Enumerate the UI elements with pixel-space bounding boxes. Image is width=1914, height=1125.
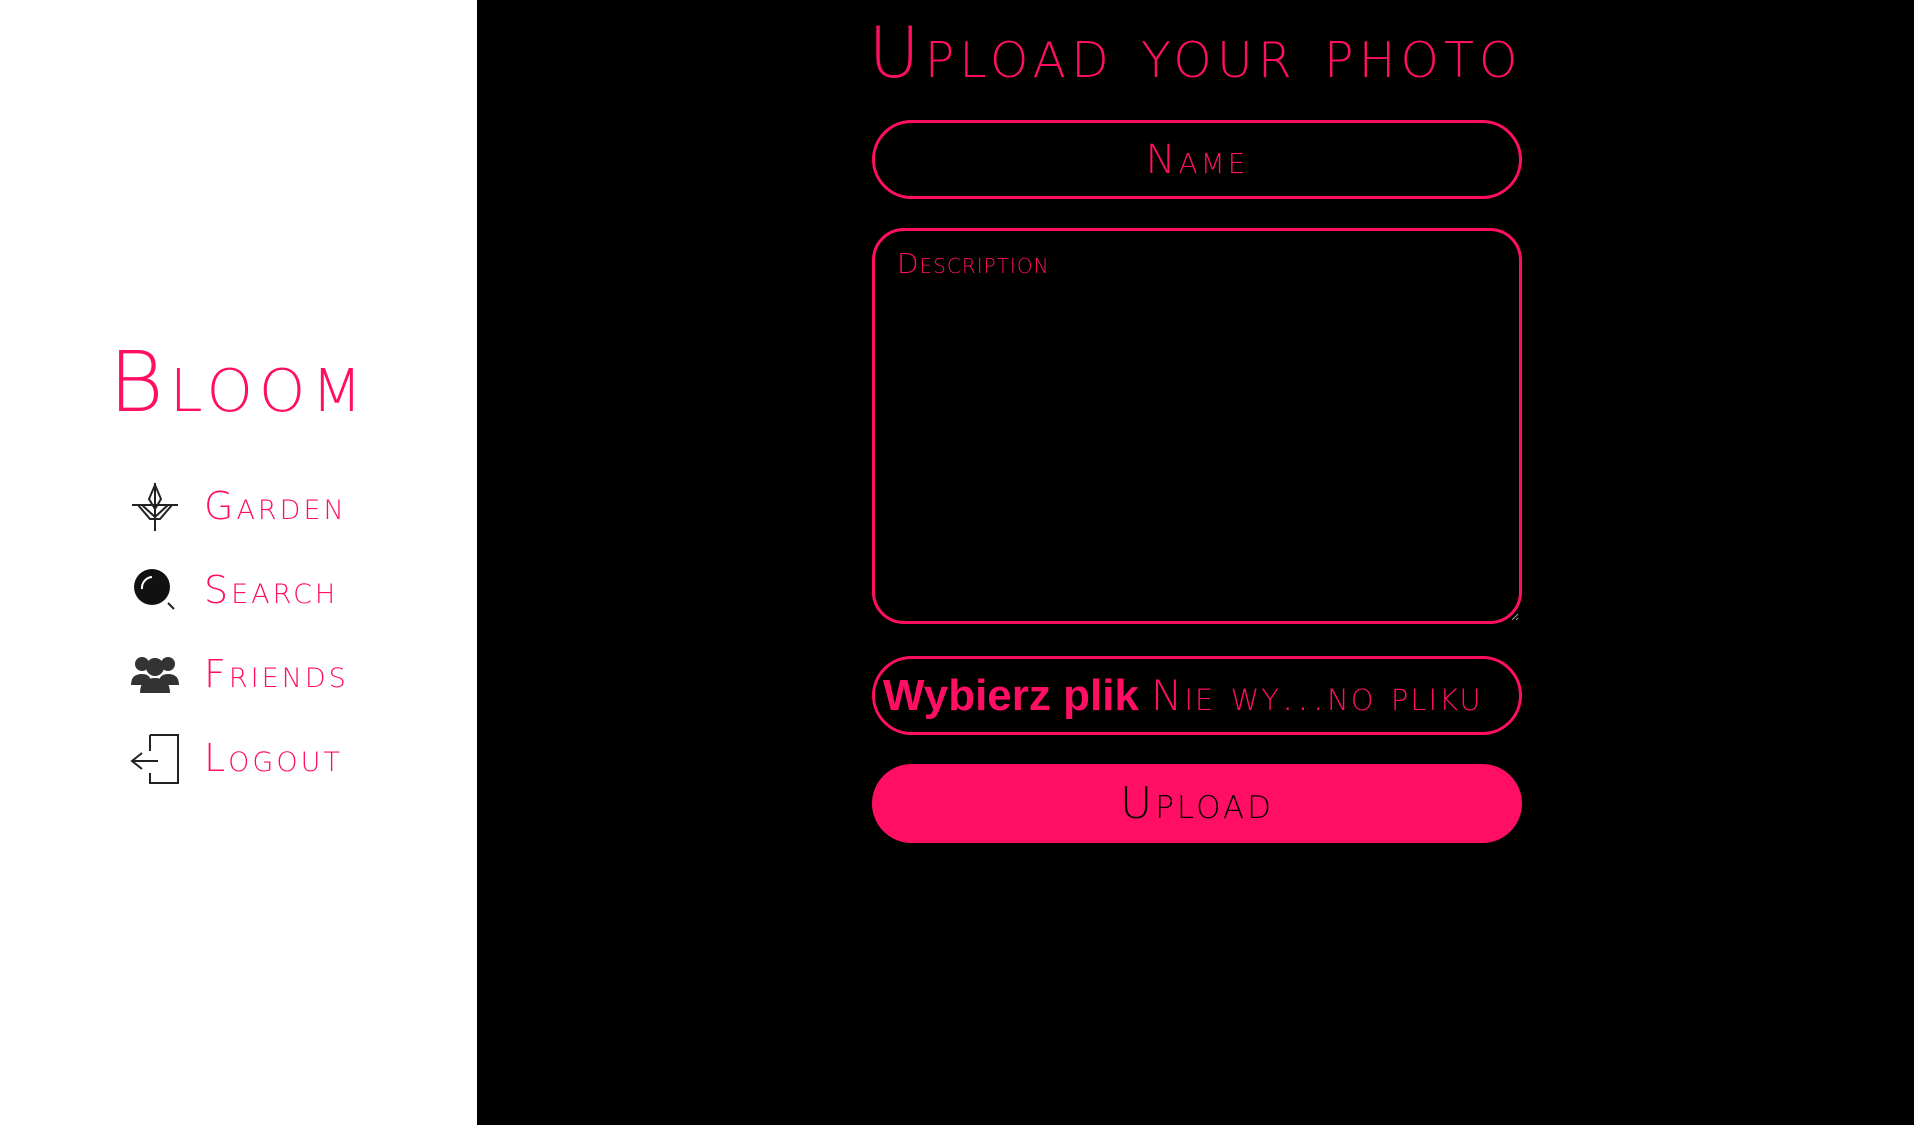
description-field[interactable] (872, 228, 1522, 624)
choose-file-button[interactable]: Wybierz plik (883, 671, 1139, 721)
logout-icon (128, 731, 182, 785)
sidebar-nav: Garden Search Friends Logout (128, 478, 368, 814)
brand-logo: Bloom (108, 333, 369, 431)
search-icon (128, 563, 182, 617)
main-content: Upload your photo Wybierz plik Nie wy...… (477, 0, 1914, 1125)
sidebar-item-garden[interactable]: Garden (128, 478, 368, 534)
upload-button[interactable]: Upload (872, 764, 1522, 843)
name-field[interactable] (872, 120, 1522, 199)
sidebar: Bloom Garden Search Friends Logout (0, 0, 477, 1125)
sidebar-item-label: Garden (204, 484, 347, 528)
friends-icon (128, 647, 182, 701)
page-title: Upload your photo (868, 12, 1523, 94)
plant-icon (128, 479, 182, 533)
app: Bloom Garden Search Friends Logout Uploa… (0, 0, 1914, 1125)
file-input[interactable]: Wybierz plik Nie wy...no pliku (872, 656, 1522, 735)
sidebar-item-search[interactable]: Search (128, 562, 368, 618)
sidebar-item-logout[interactable]: Logout (128, 730, 368, 786)
file-status-text: Nie wy...no pliku (1150, 671, 1483, 720)
sidebar-item-label: Logout (204, 736, 343, 780)
sidebar-item-friends[interactable]: Friends (128, 646, 368, 702)
sidebar-item-label: Friends (204, 652, 349, 696)
sidebar-item-label: Search (204, 568, 339, 612)
upload-form: Wybierz plik Nie wy...no pliku Upload (872, 120, 1522, 843)
